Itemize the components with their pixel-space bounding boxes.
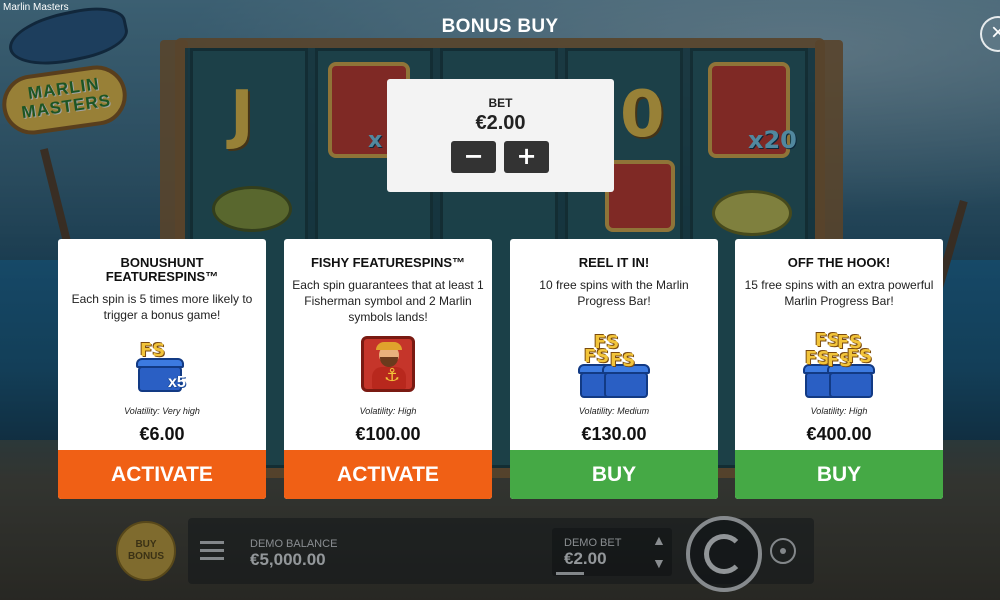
card-description: 15 free spins with an extra powerful Mar… bbox=[744, 278, 934, 308]
bet-panel: BET €2.00 − + bbox=[387, 79, 614, 192]
card-price: €6.00 bbox=[139, 424, 185, 444]
fisherman-icon: ⚓ bbox=[354, 334, 422, 398]
fs-chests-stack-icon: FS FS FS bbox=[578, 332, 650, 398]
card-price: €130.00 bbox=[581, 424, 647, 444]
window-title: Marlin Masters bbox=[3, 2, 69, 13]
bet-decrease-button[interactable]: − bbox=[451, 141, 496, 173]
card-description: Each spin guarantees that at least 1 Fis… bbox=[292, 278, 484, 324]
card-title: OFF THE HOOK! bbox=[787, 255, 891, 270]
card-title: BONUSHUNT FEATURESPINS™ bbox=[105, 255, 219, 284]
bonus-card-fishy: FISHY FEATURESPINS™ Each spin guarantees… bbox=[284, 239, 492, 499]
activate-button[interactable]: ACTIVATE bbox=[284, 450, 492, 499]
bet-increase-button[interactable]: + bbox=[504, 141, 549, 173]
card-price: €100.00 bbox=[355, 424, 421, 444]
bet-value: €2.00 bbox=[475, 112, 526, 134]
card-title: FISHY FEATURESPINS™ bbox=[310, 255, 466, 270]
bonus-card-reel-it-in: REEL IT IN! 10 free spins with the Marli… bbox=[510, 239, 718, 499]
bonus-card-bonushunt: BONUSHUNT FEATURESPINS™ Each spin is 5 t… bbox=[58, 239, 266, 499]
modal-title: BONUS BUY bbox=[441, 16, 559, 37]
card-volatility: Volatility: Medium bbox=[578, 406, 650, 416]
card-volatility: Volatility: Very high bbox=[124, 406, 200, 416]
buy-button[interactable]: BUY bbox=[735, 450, 943, 499]
bet-label: BET bbox=[488, 96, 513, 110]
buy-button[interactable]: BUY bbox=[510, 450, 718, 499]
fs-chests-big-stack-icon: FS FS FS FS FS bbox=[803, 330, 875, 398]
card-description: 10 free spins with the Marlin Progress B… bbox=[539, 278, 689, 308]
activate-button[interactable]: ACTIVATE bbox=[58, 450, 266, 499]
card-price: €400.00 bbox=[806, 424, 872, 444]
card-title: REEL IT IN! bbox=[578, 255, 650, 270]
card-volatility: Volatility: High bbox=[359, 406, 417, 416]
bonus-card-off-the-hook: OFF THE HOOK! 15 free spins with an extr… bbox=[735, 239, 943, 499]
fs-chest-x5-icon: FS x5 bbox=[128, 334, 196, 398]
card-description: Each spin is 5 times more likely to trig… bbox=[71, 292, 253, 322]
card-volatility: Volatility: High bbox=[810, 406, 868, 416]
